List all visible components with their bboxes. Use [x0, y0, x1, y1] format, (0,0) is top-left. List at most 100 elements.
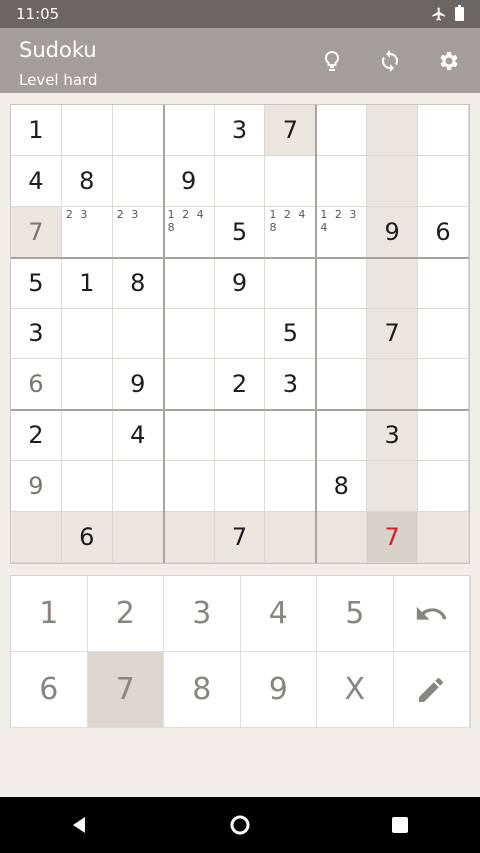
board-cell[interactable] [316, 155, 368, 207]
board-cell[interactable] [163, 359, 215, 411]
board-cell[interactable]: 9 [214, 257, 266, 309]
board-cell[interactable] [11, 512, 62, 563]
number-key[interactable]: 9 [240, 652, 317, 728]
board-cell[interactable]: 5 [265, 308, 317, 360]
board-cell[interactable] [367, 257, 419, 309]
board-cell[interactable]: 8 [112, 257, 164, 309]
board-cell[interactable]: 6 [418, 206, 469, 258]
nav-recents-button[interactable] [380, 805, 420, 845]
board-cell[interactable]: 1 [11, 105, 62, 156]
board-cell[interactable] [214, 308, 266, 360]
board-cell[interactable]: 6 [61, 512, 113, 563]
clear-button[interactable]: X [317, 652, 394, 728]
board-cell[interactable] [316, 257, 368, 309]
board-cell[interactable]: 5 [11, 257, 62, 309]
board-cell[interactable] [418, 105, 469, 156]
board-cell[interactable] [316, 105, 368, 156]
board-cell[interactable] [418, 461, 469, 513]
board-cell[interactable]: 5 [214, 206, 266, 258]
number-key[interactable]: 5 [317, 576, 394, 652]
board-cell[interactable] [61, 410, 113, 462]
number-key[interactable]: 7 [87, 652, 164, 728]
board-cell[interactable] [418, 308, 469, 360]
nav-home-button[interactable] [220, 805, 260, 845]
board-cell[interactable] [367, 359, 419, 411]
board-cell[interactable] [112, 308, 164, 360]
board-cell[interactable] [418, 155, 469, 207]
board-cell[interactable]: 3 [265, 359, 317, 411]
board-cell[interactable]: 9 [11, 461, 62, 513]
board-cell[interactable] [112, 512, 164, 563]
board-cell[interactable] [214, 410, 266, 462]
board-cell[interactable]: 7 [367, 308, 419, 360]
board-cell[interactable]: 2 [11, 410, 62, 462]
settings-button[interactable] [430, 44, 466, 78]
board-cell[interactable] [316, 308, 368, 360]
board-cell[interactable] [418, 359, 469, 411]
board-cell[interactable]: 9 [367, 206, 419, 258]
board-cell[interactable] [163, 410, 215, 462]
board-cell[interactable] [61, 461, 113, 513]
number-key[interactable]: 8 [164, 652, 241, 728]
board-cell[interactable] [265, 410, 317, 462]
board-cell[interactable]: 7 [11, 206, 62, 258]
board-cell[interactable]: 1 2 3 4 [316, 206, 368, 258]
number-key[interactable]: 2 [87, 576, 164, 652]
board-cell[interactable] [316, 410, 368, 462]
board-cell[interactable] [163, 461, 215, 513]
board-cell[interactable] [367, 105, 419, 156]
board-cell[interactable] [418, 410, 469, 462]
board-cell[interactable] [316, 359, 368, 411]
board-cell[interactable]: 9 [163, 155, 215, 207]
board-cell[interactable] [61, 308, 113, 360]
board-cell[interactable] [61, 105, 113, 156]
number-key[interactable]: 6 [11, 652, 88, 728]
board-cell[interactable] [316, 512, 368, 563]
board-cell[interactable] [214, 461, 266, 513]
board-cell[interactable] [112, 461, 164, 513]
board-cell[interactable] [265, 155, 317, 207]
board-cell[interactable] [265, 461, 317, 513]
board-cell[interactable] [112, 105, 164, 156]
board-cell[interactable] [265, 257, 317, 309]
board-cell[interactable]: 6 [11, 359, 62, 411]
board-cell[interactable]: 2 3 [112, 206, 164, 258]
board-cell[interactable]: 7 [214, 512, 266, 563]
board-cell[interactable] [367, 155, 419, 207]
board-cell[interactable] [112, 155, 164, 207]
undo-button[interactable] [393, 576, 470, 652]
board-cell[interactable] [418, 257, 469, 309]
board-cell[interactable]: 8 [316, 461, 368, 513]
board-cell[interactable]: 7 [265, 105, 317, 156]
board-cell[interactable]: 3 [11, 308, 62, 360]
board-cell[interactable]: 1 [61, 257, 113, 309]
board-cell[interactable]: 7 [367, 512, 419, 563]
board-cell[interactable]: 1 2 4 8 [163, 206, 215, 258]
number-key[interactable]: 4 [240, 576, 317, 652]
number-key[interactable]: 3 [164, 576, 241, 652]
board-cell[interactable] [214, 155, 266, 207]
board-cell[interactable]: 3 [214, 105, 266, 156]
board-cell[interactable]: 1 2 4 8 [265, 206, 317, 258]
board-cell[interactable]: 3 [367, 410, 419, 462]
board-cell[interactable]: 9 [112, 359, 164, 411]
number-key[interactable]: 1 [11, 576, 88, 652]
board-cell[interactable] [418, 512, 469, 563]
board-cell[interactable]: 4 [11, 155, 62, 207]
key-label: 1 [39, 596, 59, 631]
board-cell[interactable]: 8 [61, 155, 113, 207]
board-cell[interactable] [163, 512, 215, 563]
pencil-button[interactable] [393, 652, 470, 728]
nav-back-button[interactable] [60, 805, 100, 845]
hint-button[interactable] [314, 44, 350, 78]
board-cell[interactable]: 4 [112, 410, 164, 462]
board-cell[interactable] [163, 308, 215, 360]
board-cell[interactable] [61, 359, 113, 411]
board-cell[interactable]: 2 3 [61, 206, 113, 258]
board-cell[interactable] [163, 105, 215, 156]
restart-button[interactable] [372, 44, 408, 78]
board-cell[interactable] [367, 461, 419, 513]
board-cell[interactable] [163, 257, 215, 309]
board-cell[interactable]: 2 [214, 359, 266, 411]
board-cell[interactable] [265, 512, 317, 563]
